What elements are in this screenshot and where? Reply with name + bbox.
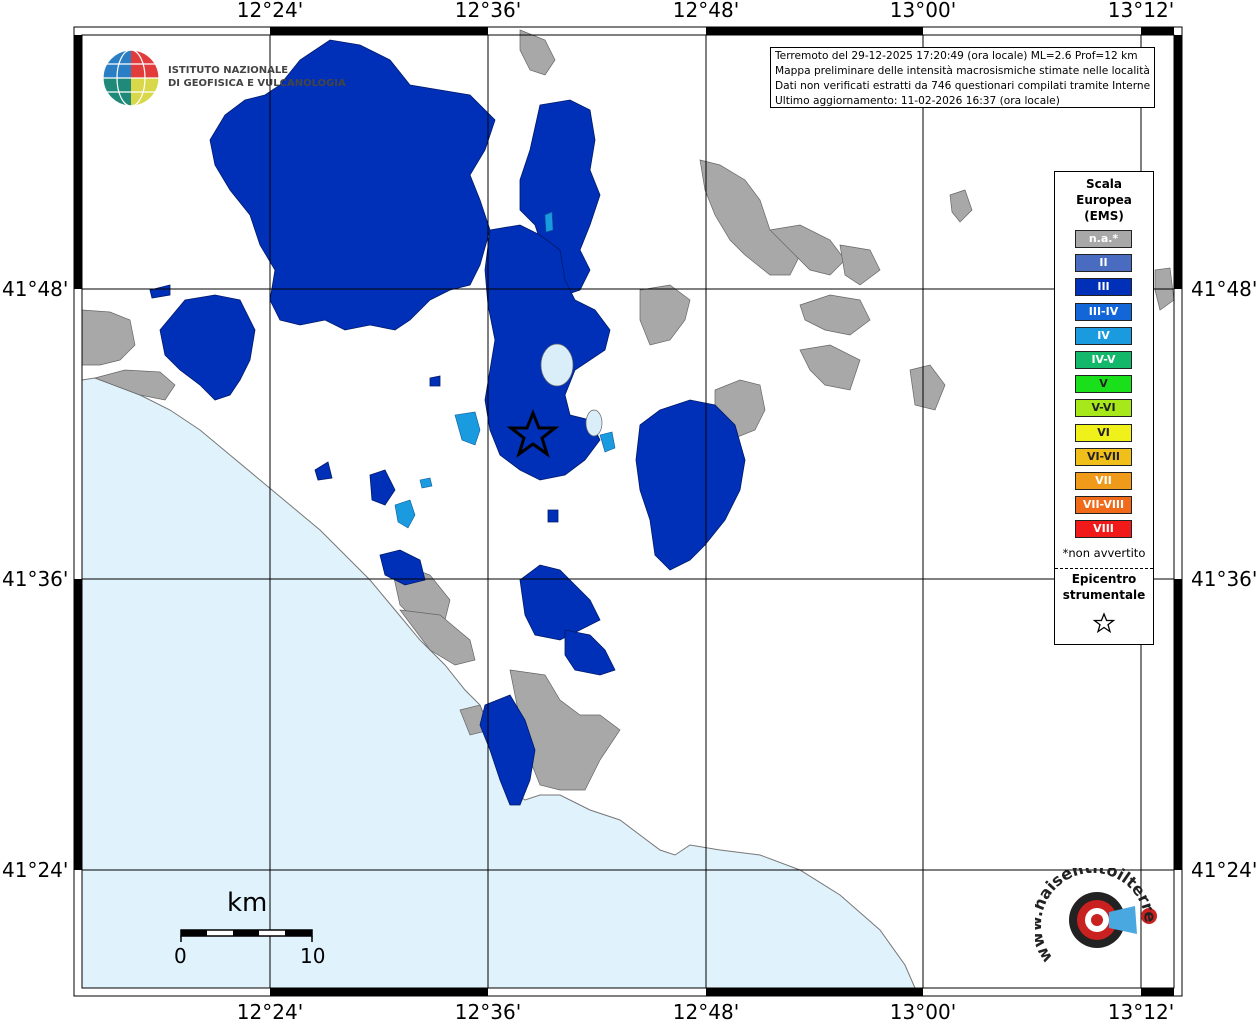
scale-bar-min: 0 <box>174 944 187 968</box>
legend-swatch: VI-VII <box>1075 447 1132 466</box>
scale-bar-title: km <box>227 888 268 918</box>
legend-title: Scala Europea (EMS) <box>1055 176 1153 224</box>
scale-bar-max: 10 <box>300 944 326 968</box>
legend-epicenter-label: Epicentro strumentale <box>1055 571 1153 603</box>
lat-tick-left: 41°24' <box>2 858 69 882</box>
ingv-name-line: DI GEOFISICA E VULCANOLOGIA <box>168 78 346 89</box>
legend-swatch: n.a.* <box>1075 230 1132 248</box>
intensity-legend: Scala Europea (EMS) n.a.* II III III-IV IV IV… <box>1054 171 1154 645</box>
ingv-logo-icon <box>102 49 160 107</box>
legend-swatch: III <box>1075 278 1132 297</box>
legend-title-line: Scala <box>1085 177 1123 191</box>
lat-tick-right: 41°48' <box>1191 277 1256 301</box>
legend-swatch: V <box>1075 375 1132 394</box>
haisentito-logo-icon: www.haisentitoilterremoto.it <box>1035 868 1160 966</box>
legend-epicenter-line: Epicentro <box>1071 572 1137 586</box>
lat-tick-right: 41°24' <box>1191 858 1256 882</box>
event-info-line: Dati non verificati estratti da 746 ques… <box>775 80 1150 92</box>
lat-tick-right: 41°36' <box>1191 567 1256 591</box>
lon-tick-top: 12°36' <box>454 0 522 22</box>
lon-tick-top: 12°24' <box>236 0 304 22</box>
legend-swatch: VII <box>1075 472 1132 490</box>
lon-tick-top: 13°12' <box>1107 0 1175 22</box>
legend-swatch: IV-V <box>1075 351 1132 369</box>
event-info-box: Terremoto del 29-12-2025 17:20:49 (ora l… <box>770 47 1155 108</box>
lon-tick-bottom: 12°48' <box>672 1000 740 1024</box>
event-info-line: Terremoto del 29-12-2025 17:20:49 (ora l… <box>775 50 1138 62</box>
lat-tick-left: 41°48' <box>2 277 69 301</box>
event-info-line: Ultimo aggiornamento: 11-02-2026 16:37 (… <box>775 95 1060 107</box>
legend-swatch: VIII <box>1075 520 1132 539</box>
lon-tick-top: 13°00' <box>889 0 957 22</box>
legend-na-note: *non avvertito <box>1062 546 1146 560</box>
lon-tick-bottom: 12°36' <box>454 1000 522 1024</box>
legend-swatch: II <box>1075 254 1132 273</box>
legend-swatch: VII-VIII <box>1075 496 1132 515</box>
lat-tick-left: 41°36' <box>2 567 69 591</box>
legend-epicenter-line: strumentale <box>1062 588 1146 602</box>
legend-swatch: III-IV <box>1075 302 1132 321</box>
legend-swatch: VI <box>1075 423 1132 442</box>
lon-tick-top: 12°48' <box>672 0 740 22</box>
legend-title-line: (EMS) <box>1084 209 1124 223</box>
lon-tick-bottom: 13°12' <box>1107 1000 1175 1024</box>
lon-tick-bottom: 12°24' <box>236 1000 304 1024</box>
legend-divider <box>1055 568 1153 569</box>
ingv-name-line: ISTITUTO NAZIONALE <box>168 65 289 76</box>
legend-title-line: Europea <box>1076 193 1132 207</box>
legend-swatch: V-VI <box>1075 399 1132 418</box>
lon-tick-bottom: 13°00' <box>889 1000 957 1024</box>
ingv-name: ISTITUTO NAZIONALE DI GEOFISICA E VULCAN… <box>168 64 346 90</box>
legend-swatch: IV <box>1075 326 1132 345</box>
epicenter-legend-star-icon <box>1092 612 1116 634</box>
event-info-line: Mappa preliminare delle intensità macros… <box>775 65 1150 77</box>
